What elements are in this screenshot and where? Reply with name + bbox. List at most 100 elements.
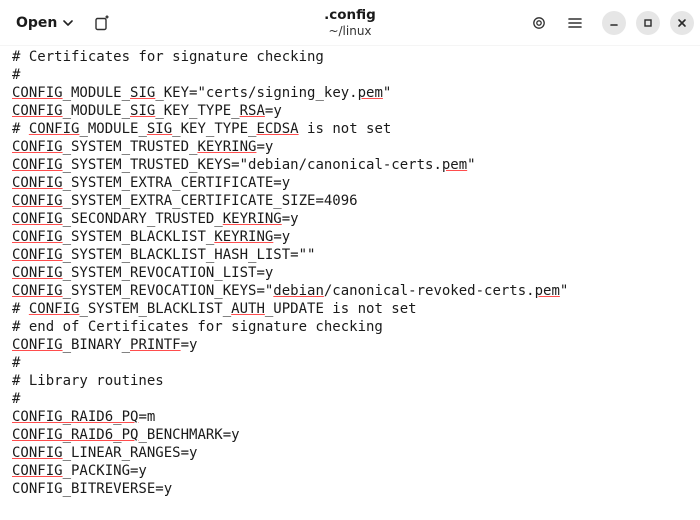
gear-icon (531, 15, 547, 31)
settings-button[interactable] (522, 6, 556, 40)
text-segment: _MODULE_ (79, 121, 146, 137)
editor-line: CONFIG_SYSTEM_REVOCATION_LIST=y (12, 264, 688, 282)
editor-line: # CONFIG_SYSTEM_BLACKLIST_AUTH_UPDATE is… (12, 300, 688, 318)
text-segment: =y (181, 337, 198, 353)
close-icon (677, 18, 687, 28)
text-segment: _BINARY_ (63, 337, 130, 353)
text-segment: CONFIG (12, 139, 63, 155)
text-segment: CONFIG (29, 301, 80, 317)
text-segment: CONFIG (12, 229, 63, 245)
editor-line: CONFIG_SYSTEM_REVOCATION_KEYS="debian/ca… (12, 282, 688, 300)
editor-line: # Certificates for signature checking (12, 48, 688, 66)
editor-line: CONFIG_BITREVERSE=y (12, 480, 688, 498)
text-segment: _SYSTEM_BLACKLIST_ (79, 301, 231, 317)
editor-line: # (12, 390, 688, 408)
text-segment: KEYRING (197, 139, 256, 155)
text-segment: CONFIG (12, 211, 63, 227)
text-segment: # (12, 391, 20, 407)
editor-area[interactable]: # Certificates for signature checking#CO… (0, 46, 700, 510)
maximize-button[interactable] (636, 11, 660, 35)
titlebar-center: .config ~/linux (324, 7, 376, 38)
text-segment: CONFIG_RAID6_PQ (12, 409, 138, 425)
editor-line: CONFIG_SYSTEM_BLACKLIST_KEYRING=y (12, 228, 688, 246)
text-segment: CONFIG_BITREVERSE=y (12, 481, 172, 497)
text-segment: _SYSTEM_TRUSTED_KEYS="debian/canonical-c… (63, 157, 442, 173)
text-segment: CONFIG (12, 463, 63, 479)
text-segment: _LINEAR_RANGES=y (63, 445, 198, 461)
editor-line: CONFIG_SECONDARY_TRUSTED_KEYRING=y (12, 210, 688, 228)
text-segment: pem (535, 283, 560, 299)
text-segment: # (12, 355, 20, 371)
text-segment: _SYSTEM_REVOCATION_KEYS=" (63, 283, 274, 299)
text-segment: CONFIG (12, 175, 63, 191)
minimize-button[interactable] (602, 11, 626, 35)
text-segment: # (12, 301, 29, 317)
editor-line: # (12, 66, 688, 84)
text-segment: pem (442, 157, 467, 173)
text-segment: SIG (147, 121, 172, 137)
editor-line: CONFIG_SYSTEM_EXTRA_CERTIFICATE=y (12, 174, 688, 192)
text-segment: AUTH (231, 301, 265, 317)
text-segment: CONFIG (12, 157, 63, 173)
text-segment: _MODULE_ (63, 85, 130, 101)
text-segment: _KEY_TYPE_ (155, 103, 239, 119)
text-segment: /canonical-revoked-certs. (324, 283, 535, 299)
text-segment: _SYSTEM_TRUSTED_ (63, 139, 198, 155)
text-segment: # (12, 121, 29, 137)
editor-line: CONFIG_SYSTEM_BLACKLIST_HASH_LIST="" (12, 246, 688, 264)
editor-line: CONFIG_LINEAR_RANGES=y (12, 444, 688, 462)
editor-line: CONFIG_RAID6_PQ=m (12, 408, 688, 426)
text-segment: KEYRING (214, 229, 273, 245)
editor-line: CONFIG_MODULE_SIG_KEY_TYPE_RSA=y (12, 102, 688, 120)
editor-line: CONFIG_SYSTEM_TRUSTED_KEYS="debian/canon… (12, 156, 688, 174)
open-button[interactable]: Open (6, 9, 83, 37)
editor-line: CONFIG_SYSTEM_EXTRA_CERTIFICATE_SIZE=409… (12, 192, 688, 210)
titlebar-left: Open (6, 6, 119, 40)
document-title: .config (324, 7, 376, 23)
text-segment: # Library routines (12, 373, 164, 389)
text-segment: _KEY="certs/signing_key. (155, 85, 357, 101)
editor-line: # end of Certificates for signature chec… (12, 318, 688, 336)
text-segment: =m (138, 409, 155, 425)
new-tab-button[interactable] (85, 6, 119, 40)
text-segment: _SYSTEM_EXTRA_CERTIFICATE=y (63, 175, 291, 191)
editor-line: CONFIG_RAID6_PQ_BENCHMARK=y (12, 426, 688, 444)
text-segment: _UPDATE is not set (265, 301, 417, 317)
text-segment: # Certificates for signature checking (12, 49, 324, 65)
hamburger-icon (567, 15, 583, 31)
editor-line: CONFIG_BINARY_PRINTF=y (12, 336, 688, 354)
text-segment: debian (273, 283, 324, 299)
titlebar: Open .config ~/linux (0, 0, 700, 46)
new-tab-icon (94, 15, 110, 31)
document-subtitle: ~/linux (324, 24, 376, 38)
close-button[interactable] (670, 11, 694, 35)
text-segment: _SYSTEM_REVOCATION_LIST=y (63, 265, 274, 281)
text-segment: SIG (130, 85, 155, 101)
menu-button[interactable] (558, 6, 592, 40)
text-segment: _BENCHMARK=y (138, 427, 239, 443)
text-segment: ECDSA (256, 121, 298, 137)
open-button-label: Open (16, 15, 57, 31)
editor-line: CONFIG_SYSTEM_TRUSTED_KEYRING=y (12, 138, 688, 156)
maximize-icon (643, 18, 653, 28)
text-segment: CONFIG (12, 193, 63, 209)
text-segment: " (560, 283, 568, 299)
editor-line: CONFIG_PACKING=y (12, 462, 688, 480)
text-segment: # end of Certificates for signature chec… (12, 319, 383, 335)
text-segment: CONFIG (12, 283, 63, 299)
text-segment: _SECONDARY_TRUSTED_ (63, 211, 223, 227)
editor-line: # Library routines (12, 372, 688, 390)
editor-line: # (12, 354, 688, 372)
text-segment: =y (265, 103, 282, 119)
text-segment: SIG (130, 103, 155, 119)
text-segment: _SYSTEM_EXTRA_CERTIFICATE_SIZE=4096 (63, 193, 358, 209)
text-segment: CONFIG (12, 85, 63, 101)
text-segment: =y (256, 139, 273, 155)
text-segment: pem (358, 85, 383, 101)
text-segment: CONFIG (12, 247, 63, 263)
text-segment: CONFIG (29, 121, 80, 137)
text-segment: " (383, 85, 391, 101)
text-segment: _KEY_TYPE_ (172, 121, 256, 137)
editor-line: CONFIG_MODULE_SIG_KEY="certs/signing_key… (12, 84, 688, 102)
text-segment: _MODULE_ (63, 103, 130, 119)
